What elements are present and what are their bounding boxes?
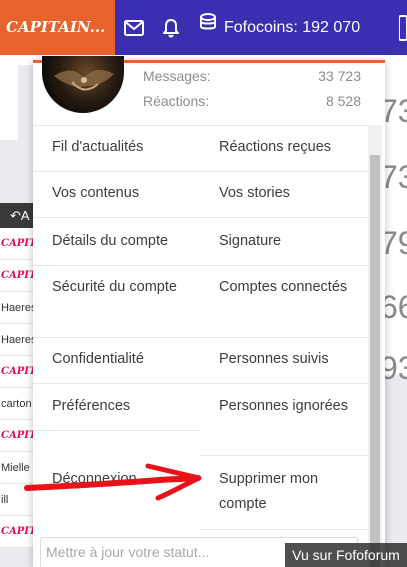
coins-icon bbox=[198, 0, 218, 55]
reactions-stat: Réactions: 8 528 bbox=[143, 93, 361, 113]
menu-item-followed-people[interactable]: Personnes suivis bbox=[219, 347, 359, 372]
menu-item-delete-account[interactable]: Supprimer mon compte bbox=[219, 467, 359, 517]
messages-stat: Messages: 33 723 bbox=[143, 68, 361, 88]
user-menu-button[interactable]: CAPITAIN... bbox=[0, 0, 115, 55]
list-item[interactable]: Haeres bbox=[0, 324, 34, 356]
menu-item-account-security[interactable]: Sécurité du compte bbox=[52, 275, 202, 300]
divider bbox=[200, 217, 368, 218]
divider bbox=[200, 265, 368, 266]
list-item[interactable]: CAPITAIN bbox=[0, 260, 34, 292]
background-card bbox=[0, 65, 18, 140]
menu-scrollbar-thumb[interactable] bbox=[370, 155, 380, 567]
list-item[interactable]: CAPITAIN bbox=[0, 228, 34, 260]
reactions-value: 8 528 bbox=[325, 93, 361, 109]
list-item[interactable]: CAPITAIN bbox=[0, 420, 34, 452]
menu-item-logout[interactable]: Déconnexion bbox=[52, 467, 202, 492]
divider bbox=[33, 430, 200, 431]
divider bbox=[33, 383, 200, 384]
menu-item-privacy[interactable]: Confidentialité bbox=[52, 347, 202, 372]
menu-item-your-stories[interactable]: Vos stories bbox=[219, 181, 359, 206]
list-item[interactable]: ill bbox=[0, 484, 34, 516]
divider bbox=[200, 171, 368, 172]
list-item[interactable]: CAPITAIN bbox=[0, 356, 34, 388]
list-item[interactable]: Mielle bbox=[0, 452, 34, 484]
menu-item-ignored-people[interactable]: Personnes ignorées bbox=[219, 394, 359, 419]
menu-item-reactions-received[interactable]: Réactions reçues bbox=[219, 135, 359, 160]
fofocoins-balance[interactable]: Fofocoins: 192 070 bbox=[198, 0, 360, 55]
bell-icon[interactable] bbox=[160, 17, 182, 39]
menu-item-your-content[interactable]: Vos contenus bbox=[52, 181, 202, 206]
divider bbox=[33, 125, 200, 126]
divider bbox=[200, 337, 368, 338]
status-placeholder: Mettre à jour votre statut... bbox=[46, 544, 210, 560]
divider bbox=[200, 529, 368, 530]
list-item[interactable]: carton bbox=[0, 388, 34, 420]
menu-item-signature[interactable]: Signature bbox=[219, 229, 359, 254]
reply-button[interactable]: ↶A bbox=[0, 203, 34, 228]
divider bbox=[200, 455, 368, 456]
messages-value: 33 723 bbox=[318, 68, 361, 84]
menu-item-newsfeed[interactable]: Fil d'actualités bbox=[52, 135, 202, 160]
divider bbox=[200, 383, 368, 384]
messages-label: Messages: bbox=[143, 68, 211, 84]
menu-item-account-details[interactable]: Détails du compte bbox=[52, 229, 202, 254]
divider bbox=[33, 217, 200, 218]
background-thread-list: ↶A CAPITAIN CAPITAIN Haeres Haeres CAPIT… bbox=[0, 203, 34, 548]
coins-label: Fofocoins: 192 070 bbox=[224, 19, 361, 36]
menu-item-preferences[interactable]: Préférences bbox=[52, 394, 202, 419]
divider bbox=[33, 265, 200, 266]
reactions-label: Réactions: bbox=[143, 93, 210, 109]
menu-item-connected-accounts[interactable]: Comptes connectés bbox=[219, 275, 359, 300]
divider bbox=[33, 171, 200, 172]
overflow-icon[interactable] bbox=[398, 14, 407, 42]
list-item[interactable]: CAPITAIN bbox=[0, 516, 34, 548]
divider bbox=[33, 337, 200, 338]
list-item[interactable]: Haeres bbox=[0, 292, 34, 324]
watermark: Vu sur Fofoforum bbox=[285, 543, 407, 567]
top-navigation-bar: CAPITAIN... Fofocoins: 192 070 bbox=[0, 0, 407, 55]
divider bbox=[200, 125, 368, 126]
mail-icon[interactable] bbox=[123, 17, 145, 39]
